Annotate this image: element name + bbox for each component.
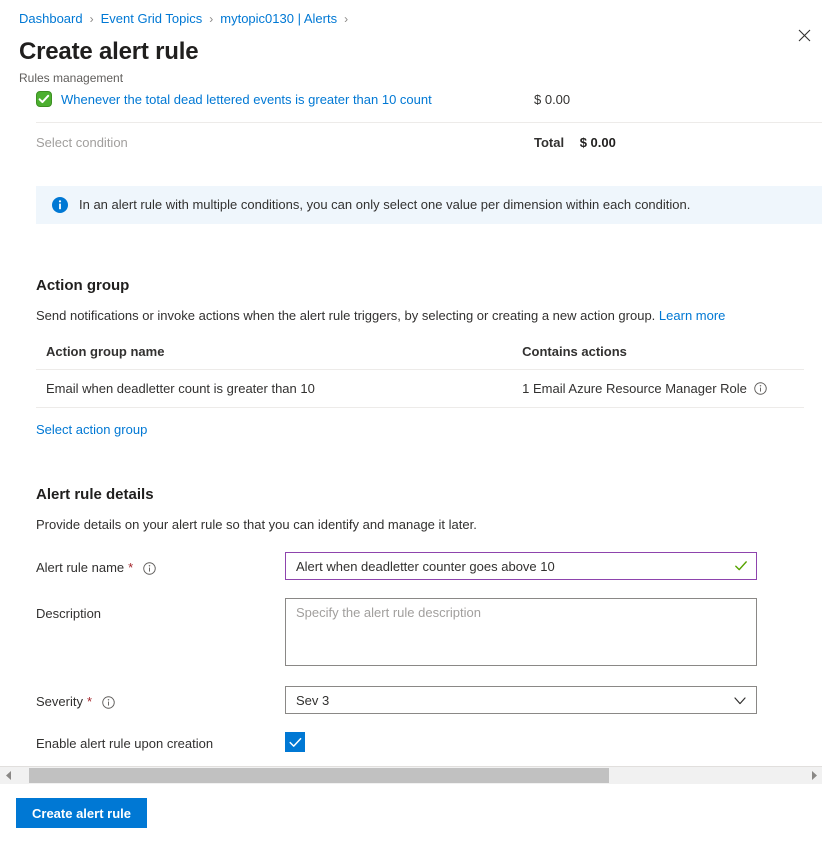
close-button[interactable] [788, 19, 820, 51]
green-check-icon [36, 91, 52, 107]
severity-field-wrap: Sev 3 [285, 686, 757, 714]
enable-alert-rule-checkbox[interactable] [285, 732, 305, 752]
total-group: Total $ 0.00 [530, 135, 804, 150]
scrollable-content: Whenever the total dead lettered events … [0, 82, 822, 768]
checkmark-icon [289, 737, 302, 748]
column-header-contains-actions: Contains actions [512, 344, 804, 370]
breadcrumb-item-mytopic-alerts[interactable]: mytopic0130 | Alerts [220, 11, 337, 27]
info-outline-icon[interactable] [102, 696, 115, 709]
chevron-down-icon [734, 696, 746, 706]
caret-left-icon [6, 771, 12, 780]
table-header-row: Action group name Contains actions [36, 344, 804, 370]
info-outline-icon[interactable] [143, 562, 156, 575]
contains-actions-text: 1 Email Azure Resource Manager Role [522, 381, 747, 396]
column-header-action-group-name: Action group name [36, 344, 512, 370]
scrollbar-thumb[interactable] [29, 768, 609, 783]
required-asterisk: * [128, 560, 133, 576]
form-row-enable-alert-rule: Enable alert rule upon creation [36, 728, 804, 752]
condition-cost: $ 0.00 [530, 92, 804, 107]
page-title: Create alert rule [19, 37, 822, 67]
breadcrumb: Dashboard › Event Grid Topics › mytopic0… [0, 0, 822, 27]
footer-bar: Create alert rule [0, 784, 822, 842]
enable-checkbox-wrap [285, 728, 757, 752]
breadcrumb-separator-icon: › [90, 11, 94, 27]
scrollbar-track[interactable] [17, 767, 805, 784]
severity-label: Severity [36, 694, 83, 710]
close-icon [798, 29, 811, 42]
condition-label-link[interactable]: Whenever the total dead lettered events … [61, 92, 432, 107]
breadcrumb-separator-icon: › [209, 11, 213, 27]
action-group-section: Action group Send notifications or invok… [0, 276, 822, 437]
select-action-group-link[interactable]: Select action group [36, 422, 147, 437]
total-value: $ 0.00 [580, 135, 616, 150]
alert-rule-name-label: Alert rule name [36, 560, 124, 576]
info-banner: In an alert rule with multiple condition… [36, 186, 822, 224]
cell-action-group-name: Email when deadletter count is greater t… [36, 370, 512, 408]
select-condition-label[interactable]: Select condition [36, 135, 128, 150]
severity-label-group: Severity * [36, 686, 285, 710]
total-label: Total [534, 135, 564, 150]
severity-selected-value: Sev 3 [296, 693, 329, 708]
create-alert-rule-button[interactable]: Create alert rule [16, 798, 147, 828]
enable-alert-rule-label: Enable alert rule upon creation [36, 728, 285, 752]
table-row[interactable]: Email when deadletter count is greater t… [36, 370, 804, 408]
description-label: Description [36, 598, 285, 622]
breadcrumb-separator-icon: › [344, 11, 348, 27]
alert-details-description: Provide details on your alert rule so th… [36, 516, 804, 534]
description-textarea[interactable] [285, 598, 757, 666]
horizontal-scrollbar[interactable] [0, 766, 822, 784]
breadcrumb-item-event-grid-topics[interactable]: Event Grid Topics [101, 11, 203, 27]
learn-more-link[interactable]: Learn more [659, 308, 725, 323]
breadcrumb-item-dashboard[interactable]: Dashboard [19, 11, 83, 27]
total-row: Select condition Total $ 0.00 [0, 123, 822, 161]
cell-contains-actions: 1 Email Azure Resource Manager Role [512, 370, 804, 408]
info-outline-icon[interactable] [754, 382, 767, 395]
action-group-description: Send notifications or invoke actions whe… [36, 307, 804, 325]
scroll-right-button[interactable] [805, 767, 822, 784]
form-row-severity: Severity * Sev 3 [36, 686, 804, 714]
info-banner-text: In an alert rule with multiple condition… [79, 196, 690, 214]
condition-row[interactable]: Whenever the total dead lettered events … [0, 82, 822, 116]
page-header: Create alert rule Rules management [0, 27, 822, 86]
alert-rule-name-label-group: Alert rule name * [36, 552, 285, 576]
info-circle-icon [52, 197, 68, 213]
action-group-description-text: Send notifications or invoke actions whe… [36, 308, 655, 323]
description-field-wrap [285, 598, 757, 669]
form-row-alert-rule-name: Alert rule name * [36, 552, 804, 580]
required-asterisk: * [87, 694, 92, 710]
scroll-left-button[interactable] [0, 767, 17, 784]
caret-right-icon [811, 771, 817, 780]
alert-rule-name-input[interactable] [285, 552, 757, 580]
action-group-table: Action group name Contains actions Email… [36, 344, 804, 408]
alert-rule-details-section: Alert rule details Provide details on yo… [0, 485, 822, 752]
severity-select[interactable]: Sev 3 [285, 686, 757, 714]
alert-rule-name-field-wrap [285, 552, 757, 580]
action-group-heading: Action group [36, 276, 804, 296]
form-row-description: Description [36, 598, 804, 669]
alert-details-heading: Alert rule details [36, 485, 804, 505]
